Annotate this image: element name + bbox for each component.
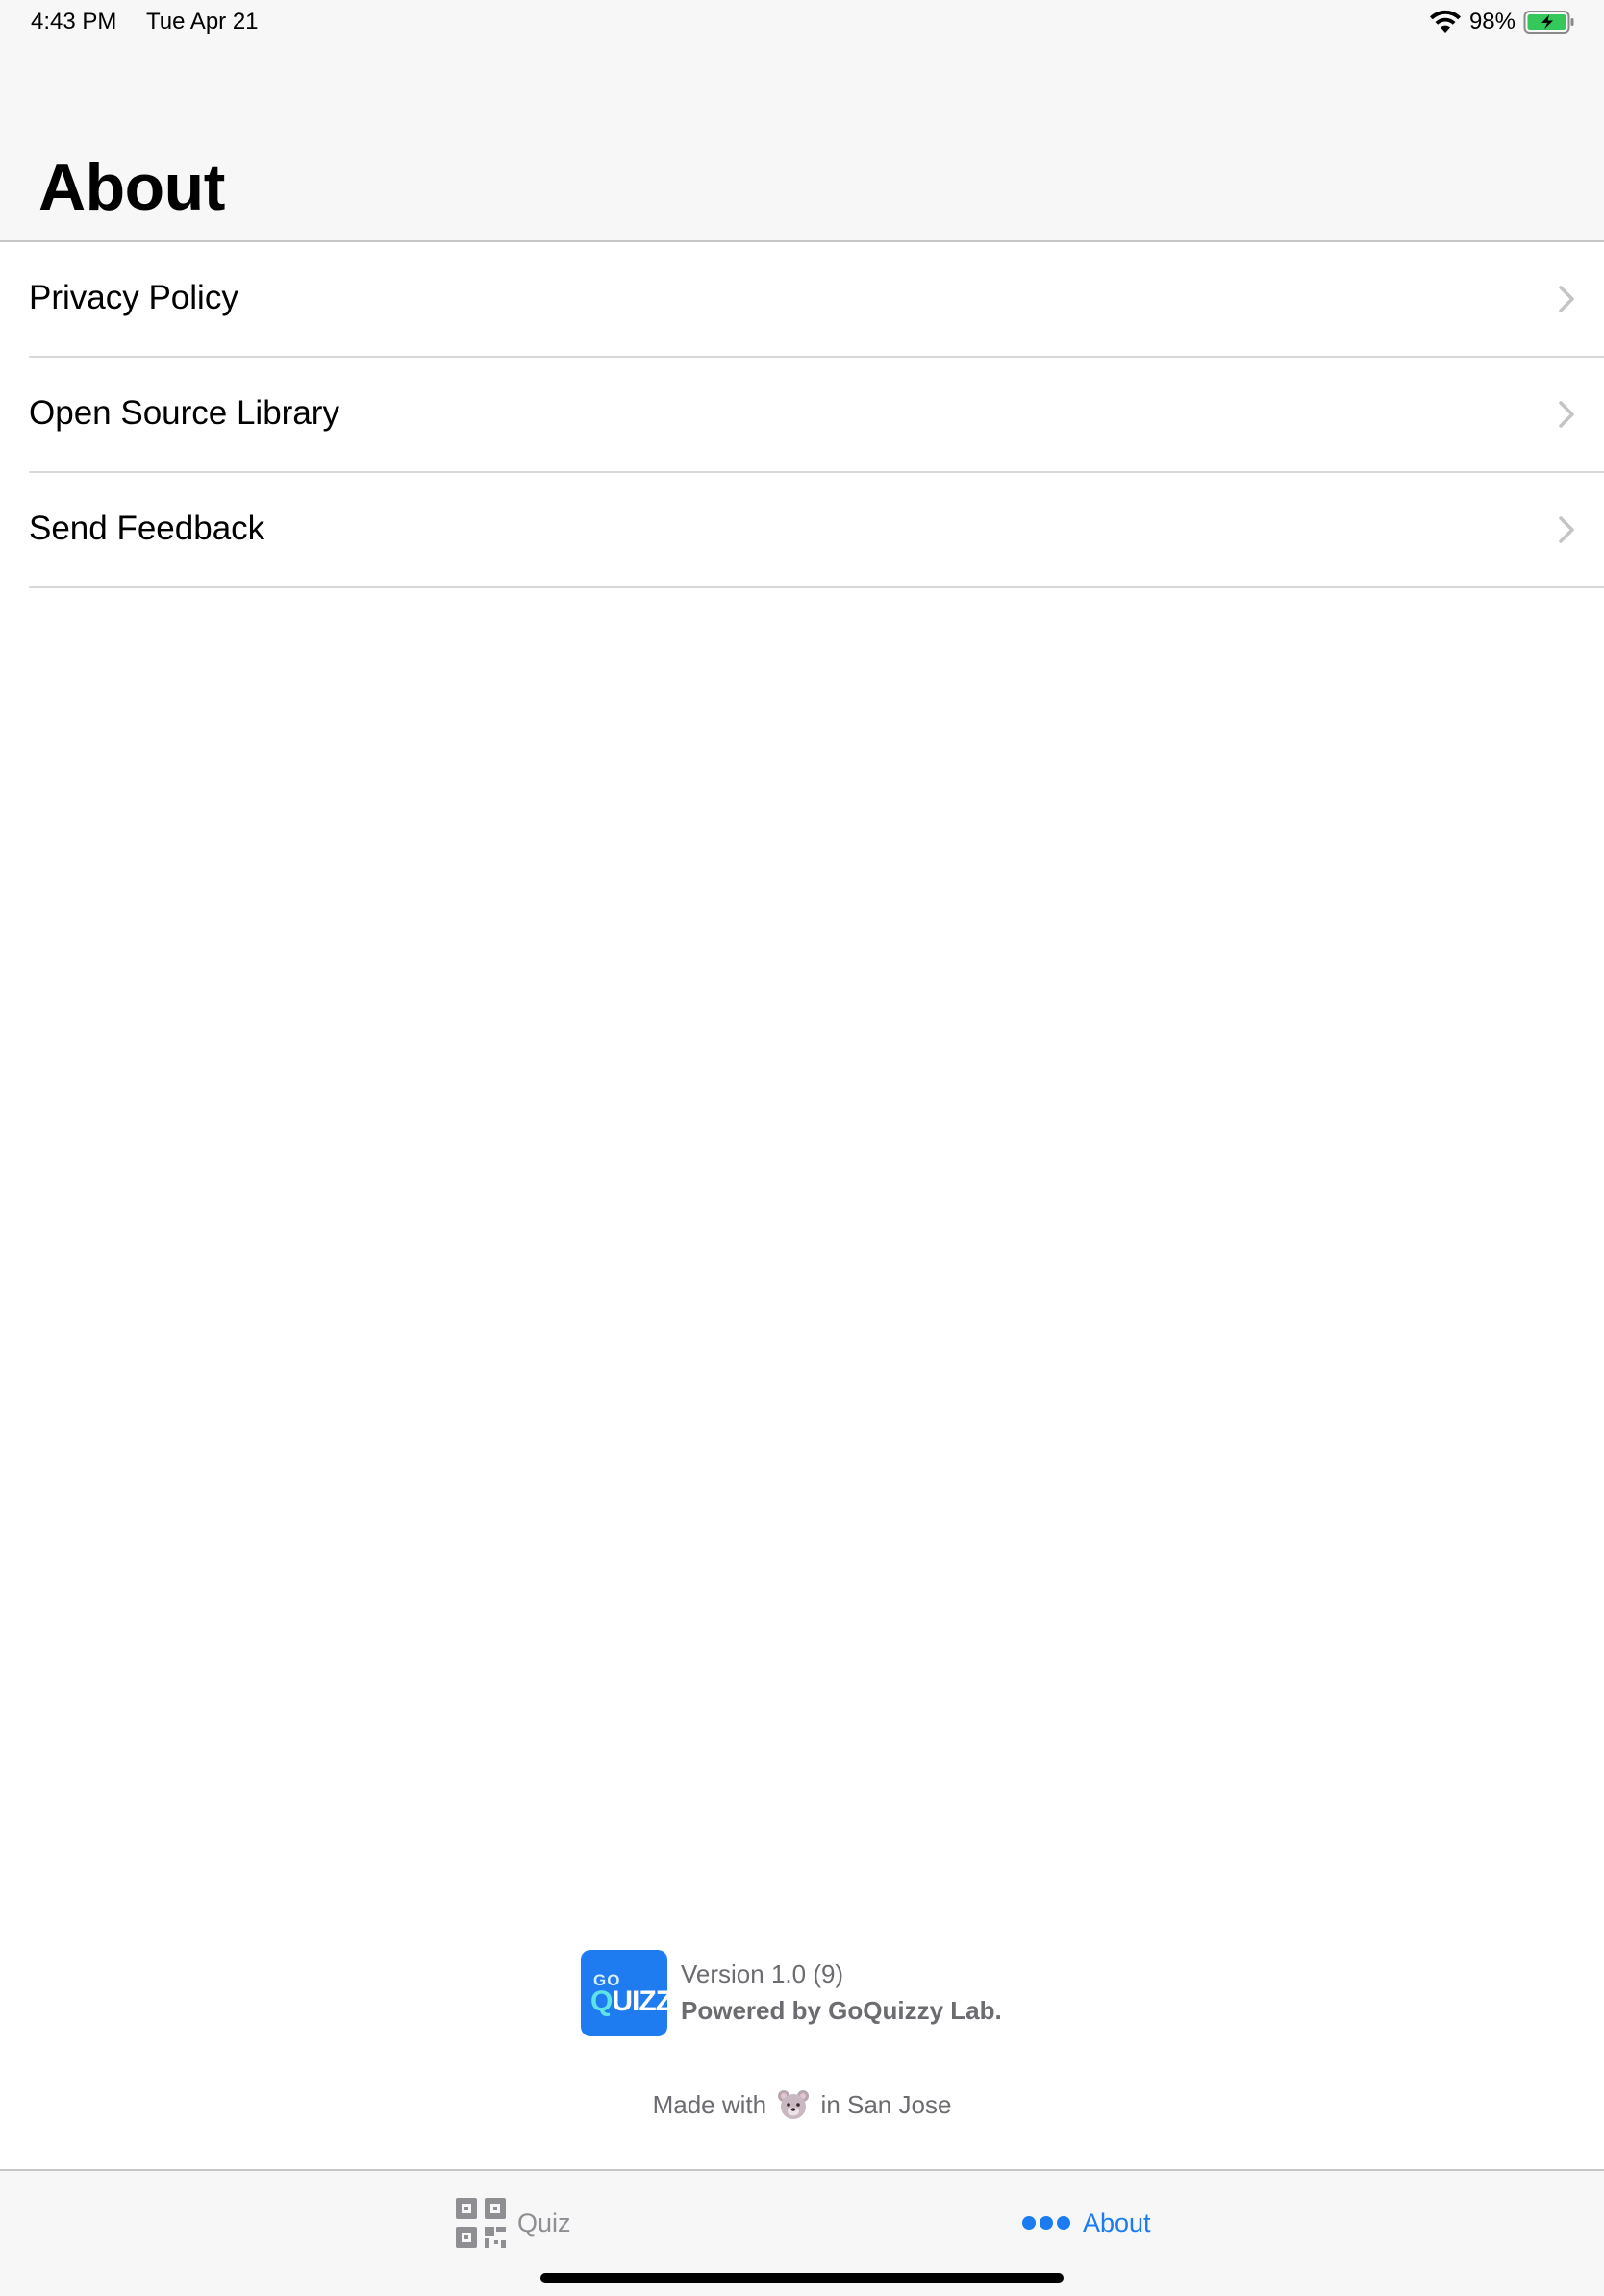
wifi-icon — [1429, 10, 1461, 33]
app-logo: GO QUIZZY — [581, 1950, 667, 2036]
privacy-policy-label: Privacy Policy — [29, 279, 238, 316]
page-title: About — [38, 151, 225, 224]
about-options-list: Privacy Policy Open Source Library Send … — [0, 242, 1604, 588]
open-source-library-row[interactable]: Open Source Library — [29, 358, 1604, 473]
tab-quiz-label: Quiz — [517, 2208, 571, 2237]
powered-by-text: Powered by GoQuizzy Lab. — [681, 1996, 1002, 2025]
about-screen: 4:43 PM Tue Apr 21 98% About Privacy Pol… — [0, 0, 1604, 2296]
version-text: Version 1.0 (9) — [681, 1959, 844, 1988]
battery-percent: 98% — [1468, 9, 1516, 35]
app-text: Version 1.0 (9) Powered by GoQuizzy Lab. — [681, 1957, 1002, 2030]
app-info: GO QUIZZY Version 1.0 (9) Powered by GoQ… — [581, 1950, 1002, 2036]
chevron-right-icon — [1559, 286, 1574, 312]
bear-emoji-icon — [778, 2090, 810, 2119]
send-feedback-row[interactable]: Send Feedback — [29, 473, 1604, 588]
made-with-suffix: in San Jose — [820, 2090, 952, 2119]
made-with-prefix: Made with — [652, 2090, 767, 2119]
chevron-right-icon — [1559, 516, 1574, 543]
tab-about-label: About — [1083, 2208, 1151, 2237]
navigation-header: 4:43 PM Tue Apr 21 98% About — [0, 0, 1604, 242]
status-time: 4:43 PM — [31, 9, 117, 35]
privacy-policy-row[interactable]: Privacy Policy — [29, 242, 1604, 358]
tab-quiz[interactable]: Quiz — [456, 2196, 571, 2250]
logo-quizzy-text: QUIZZY — [590, 1985, 667, 2017]
status-indicators: 98% — [1429, 8, 1575, 37]
chevron-right-icon — [1559, 401, 1574, 428]
qr-code-icon — [456, 2198, 506, 2248]
battery-charging-icon — [1523, 11, 1574, 34]
send-feedback-label: Send Feedback — [29, 510, 265, 547]
status-date: Tue Apr 21 — [146, 9, 259, 35]
open-source-library-label: Open Source Library — [29, 394, 339, 432]
status-bar: 4:43 PM Tue Apr 21 98% — [0, 0, 1604, 44]
made-with-text: Made with in San Jose — [0, 2088, 1604, 2121]
more-dots-icon — [1022, 2216, 1070, 2230]
home-indicator[interactable] — [540, 2273, 1064, 2283]
tab-about[interactable]: About — [1021, 2196, 1151, 2250]
